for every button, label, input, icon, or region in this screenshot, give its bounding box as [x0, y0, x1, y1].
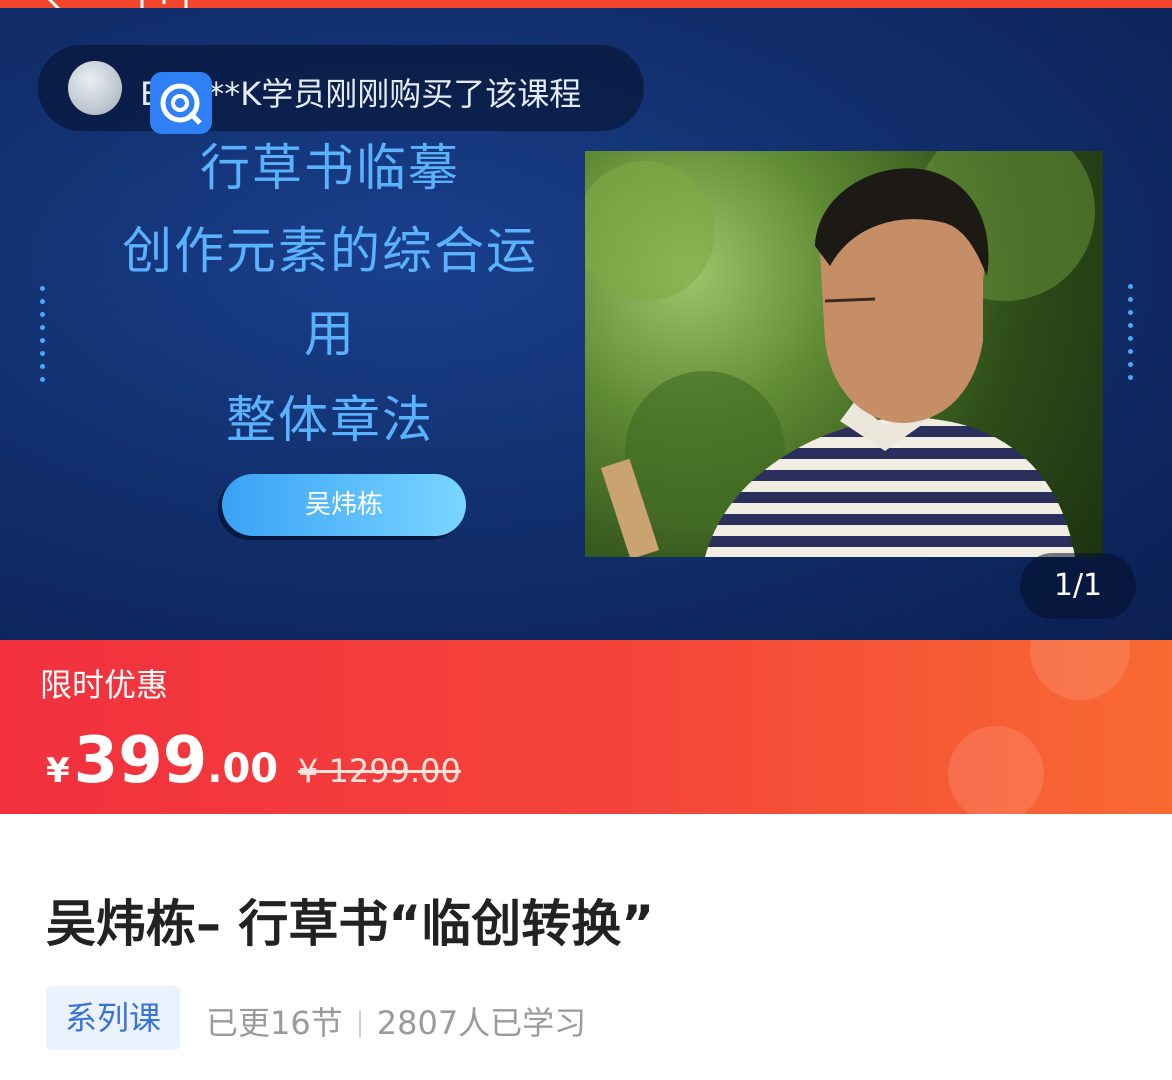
meta-divider: [358, 1010, 361, 1038]
current-price: ¥399.00: [46, 724, 278, 798]
promo-label: 限时优惠: [40, 666, 169, 704]
watermark-logo-icon: [150, 72, 212, 134]
decorative-bubble: [948, 726, 1044, 814]
price-decimal: .00: [207, 746, 279, 792]
purchase-notice: E*****K学员刚刚购买了该课程: [38, 45, 644, 131]
course-meta: 已更16节 2807人已学习: [206, 998, 586, 1044]
course-banner[interactable]: E*****K学员刚刚购买了该课程 行草书临摹 创作元素的综合运 用 整体章法 …: [0, 8, 1172, 640]
banner-title-line-3: 用: [304, 305, 356, 363]
avatar: [68, 61, 122, 115]
banner-title-line-2: 创作元素的综合运: [122, 222, 538, 280]
decorative-bubble: [1030, 640, 1130, 700]
instructor-photo: [585, 151, 1103, 557]
price-integer: 399: [73, 724, 208, 798]
banner-title-line-1: 行草书临摹: [200, 139, 460, 197]
author-button[interactable]: 吴炜栋: [222, 474, 466, 536]
updated-count: 已更16节: [206, 1004, 343, 1042]
decorative-dots-right: [1124, 284, 1138, 388]
banner-page-indicator: 1/1: [1020, 553, 1136, 619]
currency-symbol: ¥: [46, 751, 70, 791]
learner-count: 2807人已学习: [376, 1004, 587, 1042]
banner-title-line-4: 整体章法: [226, 391, 434, 449]
course-title: 吴炜栋– 行草书“临创转换”: [46, 895, 655, 953]
original-price: ¥ 1299.00: [298, 752, 461, 790]
series-tag: 系列课: [46, 986, 180, 1050]
price-bar: 限时优惠 ¥399.00 ¥ 1299.00: [0, 640, 1172, 814]
decorative-dots-left: [36, 286, 50, 390]
